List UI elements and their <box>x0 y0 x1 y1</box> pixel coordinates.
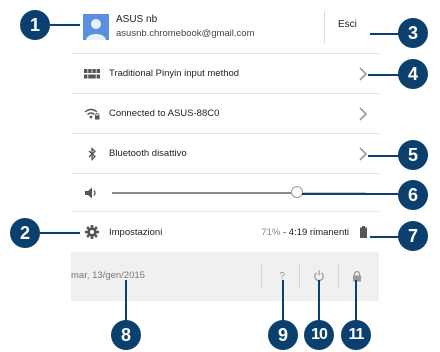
input-method-label: Traditional Pinyin input method <box>109 68 240 79</box>
callout-3: 3 <box>398 18 428 48</box>
battery-status: 71% - 4:19 rimanenti <box>261 227 349 238</box>
keyboard-icon <box>83 66 101 82</box>
wifi-lock-icon <box>83 106 101 122</box>
user-email: asusnb.chromebook@gmail.com <box>116 28 255 39</box>
bluetooth-row[interactable]: Bluetooth disattivo <box>71 134 379 174</box>
callout-leader <box>368 74 400 76</box>
divider <box>324 11 325 43</box>
settings-label: Impostazioni <box>109 226 163 238</box>
callout-5: 5 <box>398 140 428 170</box>
volume-slider-thumb[interactable] <box>291 186 304 198</box>
user-row: ASUS nb asusnb.chromebook@gmail.com Esci <box>71 0 379 54</box>
callout-leader <box>370 236 400 238</box>
lock-icon[interactable] <box>350 269 364 283</box>
chevron-right-icon <box>359 106 368 121</box>
sign-out-button[interactable]: Esci <box>338 19 357 30</box>
callout-leader <box>50 24 80 26</box>
battery-percent: 71% <box>261 226 281 238</box>
callout-leader <box>125 280 127 325</box>
system-tray-menu: ASUS nb asusnb.chromebook@gmail.com Esci… <box>71 0 379 301</box>
callout-leader <box>282 280 284 325</box>
callout-11: 11 <box>341 320 371 350</box>
gear-icon <box>83 224 101 240</box>
divider <box>299 264 300 288</box>
divider <box>261 264 262 288</box>
chevron-right-icon <box>359 66 368 81</box>
bluetooth-label: Bluetooth disattivo <box>109 148 187 159</box>
callout-leader <box>302 193 398 195</box>
callout-4: 4 <box>398 59 428 89</box>
tray-footer: mar, 13/gen/2015 ? <box>71 252 379 301</box>
settings-row[interactable]: Impostazioni 71% - 4:19 rimanenti <box>71 212 379 252</box>
callout-leader <box>318 280 320 325</box>
bluetooth-icon <box>83 146 101 162</box>
chevron-right-icon <box>359 146 368 161</box>
volume-icon[interactable] <box>83 185 101 201</box>
battery-icon <box>360 226 367 238</box>
divider <box>338 264 339 288</box>
callout-8: 8 <box>111 320 141 350</box>
date-label[interactable]: mar, 13/gen/2015 <box>71 270 145 281</box>
callout-9: 9 <box>268 320 298 350</box>
callout-6: 6 <box>398 180 428 210</box>
battery-time: 4:19 rimanenti <box>288 226 349 238</box>
battery-separator: - <box>280 226 289 238</box>
callout-leader <box>368 155 400 157</box>
callout-2: 2 <box>10 218 40 248</box>
callout-leader <box>40 232 80 234</box>
user-avatar-icon <box>83 14 109 40</box>
callout-leader <box>370 33 400 35</box>
network-label: Connected to ASUS-88C0 <box>109 108 220 119</box>
volume-slider-fill <box>112 192 298 194</box>
user-name: ASUS nb <box>116 14 158 25</box>
callout-10: 10 <box>304 320 334 350</box>
network-row[interactable]: Connected to ASUS-88C0 <box>71 94 379 134</box>
callout-7: 7 <box>398 221 428 251</box>
input-method-row[interactable]: Traditional Pinyin input method <box>71 54 379 94</box>
callout-leader <box>355 280 357 325</box>
callout-1: 1 <box>20 10 50 40</box>
